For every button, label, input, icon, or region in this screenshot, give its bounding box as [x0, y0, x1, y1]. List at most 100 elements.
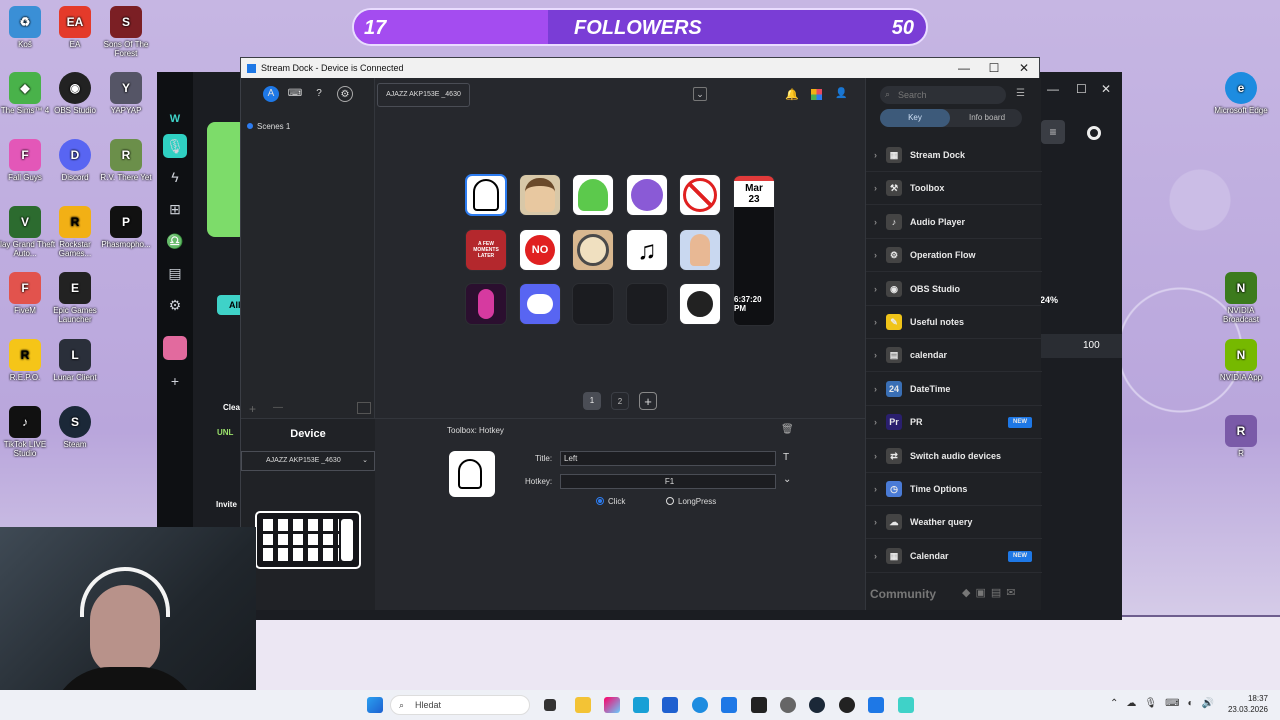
plugin-item[interactable]: › ▤ calendar — [866, 339, 1042, 373]
page-2-button[interactable]: 2 — [611, 392, 629, 410]
social-icons[interactable]: ◆▣▤✉ — [962, 586, 1020, 599]
app-icon[interactable] — [662, 697, 678, 713]
plugin-item[interactable]: › ◉ OBS Studio — [866, 273, 1042, 306]
calendar-key[interactable]: Mar 23 6:37:20 PM — [733, 175, 775, 326]
settings-icon[interactable] — [780, 697, 796, 713]
key-slot-14[interactable] — [626, 283, 668, 325]
obs-icon[interactable] — [839, 697, 855, 713]
avatar[interactable] — [163, 336, 187, 360]
record-icon[interactable] — [1087, 126, 1101, 140]
clapper-icon[interactable]: ▤ — [166, 264, 184, 282]
desktop-icon-edge[interactable]: e Microsoft Edge — [1210, 72, 1272, 115]
key-slot-4[interactable] — [626, 174, 668, 216]
help-icon[interactable]: ? — [311, 86, 327, 102]
background-minimize[interactable]: — — [1047, 82, 1059, 96]
add-page-button[interactable]: + — [639, 392, 657, 410]
desktop-icon-nvidia-broadcast[interactable]: N NVIDIA Broadcast — [1210, 272, 1272, 324]
plugin-item[interactable]: › ☁ Weather query — [866, 506, 1042, 540]
key-slot-5[interactable] — [679, 174, 721, 216]
key-slot-8[interactable] — [572, 229, 614, 271]
sliders-icon[interactable]: ≡ — [1041, 120, 1065, 144]
minimize-button[interactable]: — — [949, 58, 979, 78]
hotkey-input[interactable]: F1 — [560, 474, 776, 489]
text-format-icon[interactable]: T — [783, 452, 789, 463]
outlook-icon[interactable] — [721, 697, 737, 713]
plugin-item[interactable]: › ▦ Stream Dock — [866, 139, 1042, 172]
close-button[interactable]: ✕ — [1009, 58, 1039, 78]
device-selector[interactable]: AJAZZ AKP153E _4630 — [377, 83, 470, 107]
key-slot-10[interactable] — [679, 229, 721, 271]
key-slot-15[interactable] — [679, 283, 721, 325]
desktop-icon-lunar-client[interactable]: L Lunar Client — [44, 339, 106, 382]
key-slot-13[interactable] — [572, 283, 614, 325]
desktop-icon-epic-games[interactable]: E Epic Games Launcher — [44, 272, 106, 324]
longpress-radio[interactable] — [666, 497, 674, 505]
start-icon[interactable] — [367, 697, 383, 713]
keyboard-icon[interactable]: ⌨ — [287, 86, 303, 102]
gear-icon[interactable]: ⚙ — [166, 296, 184, 314]
desktop-icon-nvidia-app[interactable]: N NVIDIA App — [1210, 339, 1272, 382]
title-input[interactable]: Left — [560, 451, 776, 466]
store-icon[interactable] — [633, 697, 649, 713]
desktop-icon-steam[interactable]: S Steam — [44, 406, 106, 449]
edge-icon[interactable] — [692, 697, 708, 713]
desktop-icon-sons-of-the-forest[interactable]: S Sons Of The Forest — [95, 6, 157, 58]
plugin-item[interactable]: › ⇄ Switch audio devices — [866, 440, 1042, 473]
trash-icon[interactable]: 🗑 — [781, 424, 794, 435]
apps-icon[interactable]: ⊞ — [166, 200, 184, 218]
task-view-icon[interactable] — [544, 699, 556, 711]
plugin-item[interactable]: › ⚙ Operation Flow — [866, 239, 1042, 273]
file-explorer-icon[interactable] — [575, 697, 591, 713]
key-slot-3[interactable] — [572, 174, 614, 216]
plugin-item[interactable]: › 24 DateTime — [866, 373, 1042, 406]
search-input[interactable]: Search — [880, 86, 1006, 104]
key-slot-1[interactable] — [465, 174, 507, 216]
clock[interactable]: 18:37 23.03.2026 — [1226, 693, 1268, 715]
add-icon[interactable]: + — [166, 372, 184, 390]
scene-settings-icon[interactable] — [357, 402, 371, 414]
plugin-item[interactable]: › ⚒ Toolbox — [866, 172, 1042, 206]
tab-key[interactable]: Key — [880, 109, 950, 127]
tab-info-board[interactable]: Info board — [952, 109, 1022, 127]
home-icon[interactable]: A — [263, 86, 279, 102]
store-icon[interactable] — [811, 89, 822, 100]
taskbar-search[interactable]: ⌕ Hledat — [390, 695, 530, 715]
background-close[interactable]: ✕ — [1101, 82, 1111, 96]
scene-item[interactable]: Scenes 1 — [247, 122, 290, 131]
plugin-item[interactable]: › ♪ Audio Player — [866, 206, 1042, 239]
nvidia-icon[interactable] — [898, 697, 914, 713]
system-tray-icons[interactable]: ⌃☁🎙⌨◐🔊 — [1110, 698, 1222, 709]
desktop-icon-rv-there-yet[interactable]: R R.V. There Yet — [95, 139, 157, 182]
stream-dock-icon[interactable] — [868, 697, 884, 713]
key-slot-9[interactable]: ♫ — [626, 229, 668, 271]
steam-icon[interactable] — [809, 697, 825, 713]
remove-scene-button[interactable]: — — [273, 402, 283, 413]
key-slot-11[interactable] — [465, 283, 507, 325]
chevron-down-icon[interactable]: ⌄ — [783, 474, 791, 485]
key-slot-7[interactable]: NO — [519, 229, 561, 271]
bell-icon[interactable]: ♎ — [166, 232, 184, 250]
plugin-item[interactable]: › ▦ Calendar NEW — [866, 540, 1042, 573]
desktop-icon-phasmophobia[interactable]: P Phasmopho... — [95, 206, 157, 249]
background-maximize[interactable]: ☐ — [1076, 82, 1087, 96]
list-view-icon[interactable]: ☰ — [1016, 88, 1025, 99]
terminal-icon[interactable] — [751, 697, 767, 713]
copilot-icon[interactable] — [604, 697, 620, 713]
desktop-icon-r[interactable]: RR — [1210, 415, 1272, 458]
user-icon[interactable]: 👤 — [835, 88, 847, 99]
mic-icon[interactable]: 🎙 — [163, 134, 187, 158]
bolt-icon[interactable]: ϟ — [166, 168, 184, 186]
add-scene-button[interactable]: + — [249, 402, 256, 416]
bell-icon[interactable]: 🔔 — [785, 88, 799, 101]
page-1-button[interactable]: 1 — [583, 392, 601, 410]
key-slot-6[interactable]: A FEW MOMENTS LATER — [465, 229, 507, 271]
maximize-button[interactable]: ☐ — [979, 58, 1009, 78]
key-preview-icon[interactable] — [449, 451, 495, 497]
desktop-icon-yapyap[interactable]: Y YAPYAP — [95, 72, 157, 115]
key-slot-2[interactable] — [519, 174, 561, 216]
plugin-item[interactable]: › Pr PR NEW — [866, 406, 1042, 440]
key-slot-12[interactable] — [519, 283, 561, 325]
device-dropdown[interactable]: AJAZZ AKP153E _4630 ⌄ — [241, 451, 375, 471]
chevron-down-icon[interactable]: ⌄ — [693, 87, 707, 101]
click-radio[interactable] — [596, 497, 604, 505]
